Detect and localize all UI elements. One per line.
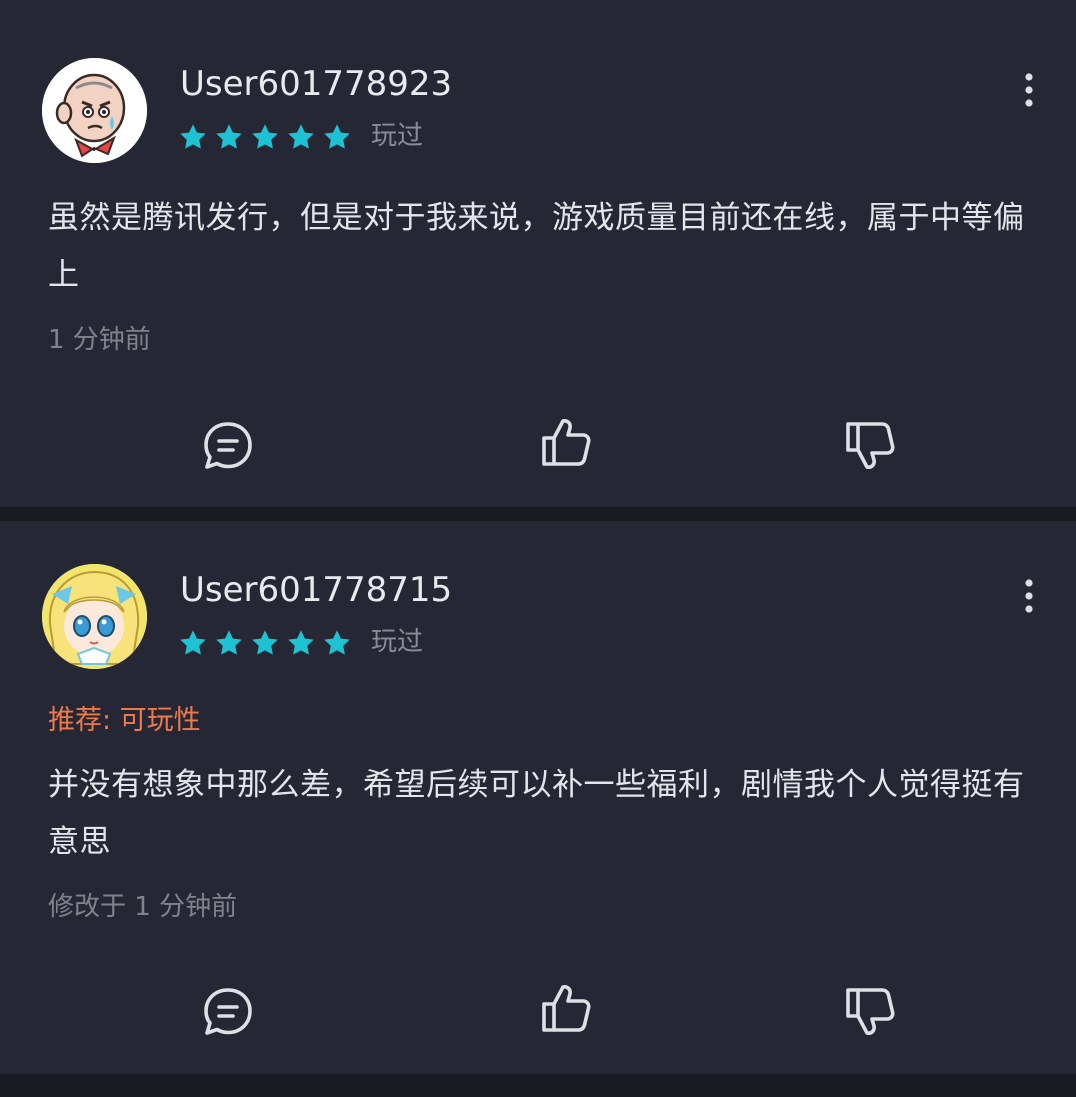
review-card: User601778715 玩过 推荐: 可玩性 并没有想象中那么差，希望后续可…	[0, 521, 1076, 1074]
star-icon	[288, 124, 314, 149]
star-icon	[180, 124, 206, 149]
played-status: 玩过	[371, 627, 424, 657]
star-icon	[288, 630, 314, 655]
thumbs-up-icon[interactable]	[536, 979, 596, 1039]
comment-bubble-icon[interactable]	[198, 415, 258, 475]
comment-bubble-icon[interactable]	[198, 981, 258, 1041]
thumbs-down-icon[interactable]	[840, 981, 900, 1041]
vertical-dots-icon[interactable]	[1014, 70, 1044, 110]
review-card: User601778923 玩过 虽然是腾讯发行，但是对于我来说，游戏质量目前还…	[0, 0, 1076, 507]
rating-stars	[178, 120, 358, 154]
thumbs-down-icon[interactable]	[840, 415, 900, 475]
user-avatar[interactable]	[42, 58, 147, 163]
star-icon	[180, 630, 206, 655]
review-time: 1 分钟前	[48, 325, 151, 355]
star-icon	[216, 630, 242, 655]
vertical-dots-icon[interactable]	[1014, 576, 1044, 616]
user-avatar[interactable]	[42, 564, 147, 669]
bald-old-man-avatar-icon	[42, 58, 147, 163]
review-time: 修改于 1 分钟前	[48, 892, 238, 922]
played-status: 玩过	[371, 121, 424, 151]
username[interactable]: User601778715	[180, 570, 452, 610]
anime-girl-avatar-icon	[42, 564, 147, 669]
recommend-tag: 推荐: 可玩性	[48, 705, 201, 736]
star-icon	[252, 630, 278, 655]
review-content: 并没有想象中那么差，希望后续可以补一些福利，剧情我个人觉得挺有意思	[48, 767, 1025, 860]
username[interactable]: User601778923	[180, 64, 452, 104]
star-icon	[324, 630, 350, 655]
thumbs-up-icon[interactable]	[536, 413, 596, 473]
star-icon	[252, 124, 278, 149]
review-content: 虽然是腾讯发行，但是对于我来说，游戏质量目前还在线，属于中等偏上	[48, 200, 1025, 293]
rating-stars	[178, 626, 358, 660]
star-icon	[216, 124, 242, 149]
star-icon	[324, 124, 350, 149]
